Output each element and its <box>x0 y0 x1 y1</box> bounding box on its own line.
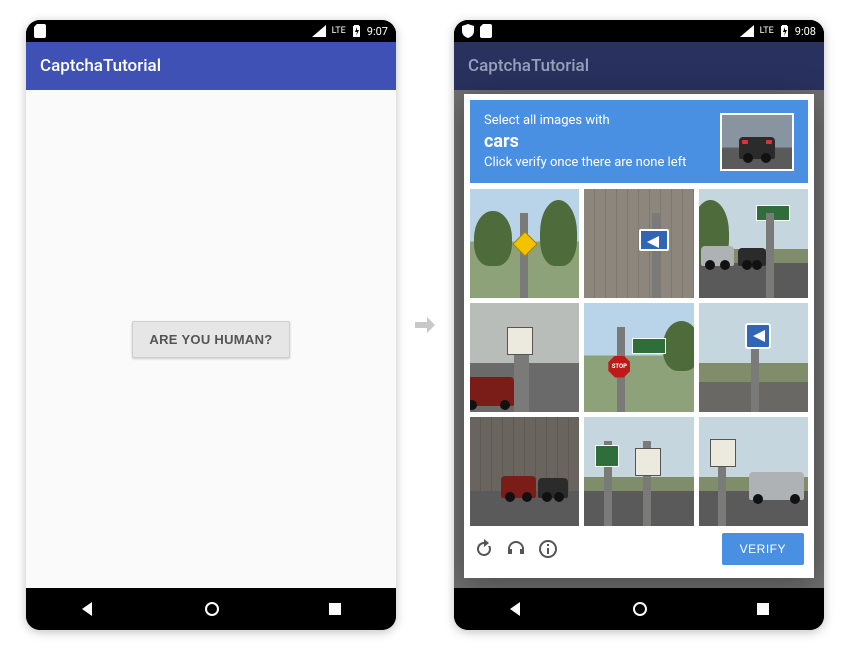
status-bar: LTE 9:08 <box>454 20 824 42</box>
captcha-tile[interactable] <box>584 189 693 298</box>
phone-left: LTE 9:07 CaptchaTutorial ARE YOU HUMAN? <box>26 20 396 630</box>
captcha-target: cars <box>484 130 710 154</box>
captcha-grid: STOP <box>470 189 808 526</box>
sd-card-icon <box>480 24 492 38</box>
captcha-tile[interactable] <box>470 189 579 298</box>
phone-right: LTE 9:08 CaptchaTutorial Select all imag… <box>454 20 824 630</box>
battery-charging-icon <box>780 24 789 38</box>
transition-arrow-icon <box>410 311 440 339</box>
lte-label: LTE <box>332 26 346 36</box>
app-bar: CaptchaTutorial <box>454 42 824 90</box>
sd-card-icon <box>34 24 46 38</box>
headphones-icon[interactable] <box>506 539 526 559</box>
captcha-tile[interactable] <box>584 417 693 526</box>
home-icon[interactable] <box>630 599 650 619</box>
captcha-tile[interactable] <box>470 303 579 412</box>
reload-icon[interactable] <box>474 539 494 559</box>
captcha-tile[interactable] <box>699 189 808 298</box>
clock-label: 9:08 <box>795 25 816 38</box>
verify-button[interactable]: VERIFY <box>722 533 804 565</box>
info-icon[interactable] <box>538 539 558 559</box>
captcha-sample-image <box>720 113 794 171</box>
battery-charging-icon <box>352 24 361 38</box>
app-title: CaptchaTutorial <box>40 56 161 76</box>
recents-icon[interactable] <box>754 600 772 618</box>
captcha-footer: VERIFY <box>470 526 808 572</box>
home-icon[interactable] <box>202 599 222 619</box>
back-icon[interactable] <box>78 599 98 619</box>
back-icon[interactable] <box>506 599 526 619</box>
status-bar: LTE 9:07 <box>26 20 396 42</box>
captcha-tile[interactable] <box>699 303 808 412</box>
nav-bar <box>26 588 396 630</box>
clock-label: 9:07 <box>367 25 388 38</box>
captcha-tile[interactable]: STOP <box>584 303 693 412</box>
captcha-dialog: Select all images with cars Click verify… <box>464 94 814 578</box>
shield-icon <box>462 24 474 38</box>
captcha-instruction-pre: Select all images with <box>484 113 610 128</box>
signal-icon <box>312 25 326 37</box>
lte-label: LTE <box>760 26 774 36</box>
app-bar: CaptchaTutorial <box>26 42 396 90</box>
signal-icon <box>740 25 754 37</box>
recents-icon[interactable] <box>326 600 344 618</box>
app-title: CaptchaTutorial <box>468 56 589 76</box>
nav-bar <box>454 588 824 630</box>
are-you-human-button[interactable]: ARE YOU HUMAN? <box>132 321 289 358</box>
main-screen: ARE YOU HUMAN? <box>26 90 396 588</box>
captcha-header: Select all images with cars Click verify… <box>470 100 808 183</box>
captcha-tile[interactable] <box>470 417 579 526</box>
dimmed-screen: Select all images with cars Click verify… <box>454 90 824 588</box>
captcha-instruction-post: Click verify once there are none left <box>484 155 686 170</box>
captcha-tile[interactable] <box>699 417 808 526</box>
